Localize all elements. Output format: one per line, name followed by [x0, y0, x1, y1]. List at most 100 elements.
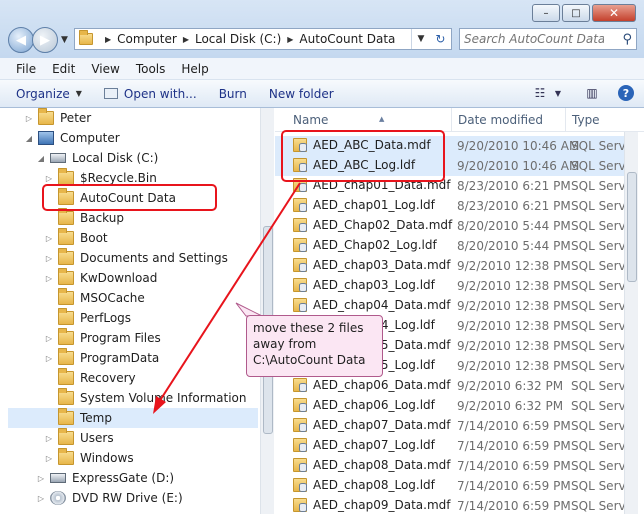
database-file-icon [293, 458, 307, 472]
recent-pages-dropdown[interactable]: ▼ [61, 35, 68, 45]
file-row[interactable]: AED_chap01_Data.mdf 8/23/2010 6:21 PM SQL … [275, 176, 638, 196]
address-history-dropdown[interactable]: ▼ [418, 34, 425, 44]
tree-item[interactable]: System Volume Information [44, 388, 258, 408]
chevron-right-icon[interactable]: ▶ [287, 35, 293, 44]
tree-item[interactable]: ▷ Peter [24, 108, 258, 128]
open-with-button[interactable]: Open with... [103, 87, 197, 101]
file-name-cell: AED_chap06_Log.ldf [293, 398, 435, 412]
search-input[interactable] [464, 32, 604, 46]
file-row[interactable]: AED_Chap02_Data.mdf 8/20/2010 5:44 PM SQL … [275, 216, 638, 236]
file-row[interactable]: AED_ABC_Log.ldf 9/20/2010 10:46 AM SQL Ser… [275, 156, 638, 176]
file-name-cell: AED_chap08_Log.ldf [293, 478, 435, 492]
change-view-icon[interactable]: ☷ [532, 85, 548, 101]
file-row[interactable]: AED_chap06_Data.mdf 9/2/2010 6:32 PM SQL S… [275, 376, 638, 396]
file-name: AED_Chap02_Data.mdf [313, 218, 453, 232]
tree-item[interactable]: Backup [44, 208, 258, 228]
tree-item[interactable]: PerfLogs [44, 308, 258, 328]
file-name-cell: AED_chap09_Data.mdf [293, 498, 450, 512]
tree-item[interactable]: ▷ Program Files [44, 328, 258, 348]
file-row[interactable]: AED_chap01_Log.ldf 8/23/2010 6:21 PM SQL S… [275, 196, 638, 216]
breadcrumb-computer[interactable]: Computer [117, 32, 177, 46]
chevron-down-icon[interactable]: ▼ [550, 85, 566, 101]
tree-item[interactable]: MSOCache [44, 288, 258, 308]
menu-view[interactable]: View [91, 62, 119, 76]
refresh-icon[interactable]: ↻ [435, 32, 445, 46]
burn-button[interactable]: Burn [219, 87, 247, 101]
file-row[interactable]: AED_chap08_Data.mdf 7/14/2010 6:59 PM SQL … [275, 456, 638, 476]
tree-item[interactable]: ▷ KwDownload [44, 268, 258, 288]
tree-item-label: Backup [80, 211, 124, 225]
maximize-button[interactable]: □ [562, 4, 590, 22]
file-date: 9/2/2010 6:32 PM [457, 399, 564, 413]
file-row[interactable]: AED_chap03_Data.mdf 9/2/2010 12:38 PM SQL … [275, 256, 638, 276]
tree-item[interactable]: ▷ Documents and Settings [44, 248, 258, 268]
breadcrumb-autocount-data[interactable]: AutoCount Data [299, 32, 395, 46]
expand-arrow-icon[interactable]: ▷ [24, 114, 34, 123]
tree-item[interactable]: ◢ Computer [24, 128, 258, 148]
tree-item[interactable]: ▷ Boot [44, 228, 258, 248]
preview-pane-icon[interactable]: ▥ [584, 85, 600, 101]
chevron-right-icon[interactable]: ▶ [183, 35, 189, 44]
expand-arrow-icon[interactable]: ▷ [36, 494, 46, 503]
scrollbar-thumb[interactable] [627, 172, 637, 282]
file-name-cell: AED_chap04_Data.mdf [293, 298, 450, 312]
tree-item-label: ProgramData [80, 351, 160, 365]
file-row[interactable]: AED_chap07_Log.ldf 7/14/2010 6:59 PM SQL S… [275, 436, 638, 456]
expand-arrow-icon[interactable]: ▷ [44, 174, 54, 183]
file-row[interactable]: AED_chap06_Log.ldf 9/2/2010 6:32 PM SQL Se… [275, 396, 638, 416]
tree-item[interactable]: AutoCount Data [44, 188, 258, 208]
tree-item[interactable]: ▷ Users [44, 428, 258, 448]
tree-item[interactable]: ▷ $Recycle.Bin [44, 168, 258, 188]
database-file-icon [293, 258, 307, 272]
expand-arrow-icon[interactable]: ▷ [44, 254, 54, 263]
file-row[interactable]: AED_chap09_Data.mdf 7/14/2010 6:59 PM SQL … [275, 496, 638, 514]
column-header-name[interactable]: Name ▲ [287, 108, 452, 132]
expand-arrow-icon[interactable]: ▷ [44, 354, 54, 363]
file-list-scrollbar[interactable] [624, 132, 638, 514]
tree-item[interactable]: ▷ ProgramData [44, 348, 258, 368]
tree-item[interactable]: ◢ Local Disk (C:) [36, 148, 258, 168]
expand-arrow-icon[interactable]: ▷ [44, 334, 54, 343]
menu-tools[interactable]: Tools [136, 62, 166, 76]
close-button[interactable]: ✕ [592, 4, 636, 22]
menu-edit[interactable]: Edit [52, 62, 75, 76]
forward-button[interactable]: ▶ [32, 27, 58, 53]
organize-button[interactable]: Organize ▼ [16, 87, 82, 101]
expand-arrow-icon[interactable]: ▷ [44, 434, 54, 443]
expand-arrow-icon[interactable]: ▷ [44, 454, 54, 463]
file-row[interactable]: AED_ABC_Data.mdf 9/20/2010 10:46 AM SQL Se… [275, 136, 638, 156]
menu-help[interactable]: Help [181, 62, 208, 76]
expand-arrow-icon[interactable]: ◢ [36, 154, 46, 163]
file-row[interactable]: AED_chap04_Data.mdf 9/2/2010 12:38 PM SQL … [275, 296, 638, 316]
file-name: AED_chap04_Data.mdf [313, 298, 451, 312]
search-box[interactable]: ⚲ [459, 28, 637, 50]
file-row[interactable]: AED_chap07_Data.mdf 7/14/2010 6:59 PM SQL … [275, 416, 638, 436]
menu-file[interactable]: File [16, 62, 36, 76]
file-date: 9/2/2010 12:38 PM [457, 339, 571, 353]
file-row[interactable]: AED_chap08_Log.ldf 7/14/2010 6:59 PM SQL S… [275, 476, 638, 496]
expand-arrow-icon[interactable]: ▷ [44, 274, 54, 283]
navigation-scrollbar[interactable] [260, 108, 274, 514]
tree-item[interactable]: Temp [8, 408, 258, 428]
tree-item[interactable]: ▷ ExpressGate (D:) [36, 468, 258, 488]
tree-item[interactable]: ▷ DVD RW Drive (E:) [36, 488, 258, 508]
file-name-cell: AED_chap07_Data.mdf [293, 418, 450, 432]
file-date: 9/2/2010 12:38 PM [457, 279, 571, 293]
help-icon[interactable]: ? [618, 85, 634, 101]
expand-arrow-icon[interactable]: ◢ [24, 134, 34, 143]
tree-item-label: AutoCount Data [80, 191, 176, 205]
tree-item[interactable]: Recovery [44, 368, 258, 388]
address-bar[interactable]: ▶ Computer ▶ Local Disk (C:) ▶ AutoCount… [74, 28, 452, 50]
minimize-button[interactable]: – [532, 4, 560, 22]
column-header-date[interactable]: Date modified [452, 108, 566, 132]
tree-item[interactable]: ▷ Windows [44, 448, 258, 468]
search-icon[interactable]: ⚲ [622, 32, 632, 47]
expand-arrow-icon[interactable]: ▷ [36, 474, 46, 483]
file-row[interactable]: AED_chap03_Log.ldf 9/2/2010 12:38 PM SQL S… [275, 276, 638, 296]
column-header-type[interactable]: Type [566, 108, 644, 132]
back-button[interactable]: ◀ [8, 27, 34, 53]
expand-arrow-icon[interactable]: ▷ [44, 234, 54, 243]
breadcrumb-local-disk[interactable]: Local Disk (C:) [195, 32, 281, 46]
new-folder-button[interactable]: New folder [269, 87, 334, 101]
file-row[interactable]: AED_Chap02_Log.ldf 8/20/2010 5:44 PM SQL S… [275, 236, 638, 256]
